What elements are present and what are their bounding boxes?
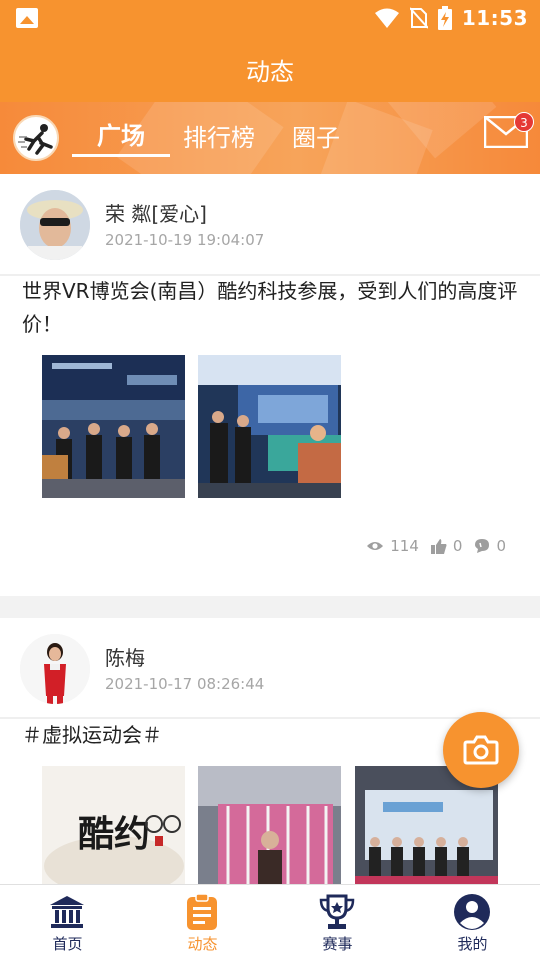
battery-charging-icon bbox=[437, 6, 452, 30]
gallery-notification-icon bbox=[16, 8, 38, 28]
post-time: 2021-10-19 19:04:07 bbox=[105, 231, 265, 249]
user-avatar[interactable] bbox=[13, 115, 59, 161]
message-count-badge: 3 bbox=[514, 112, 534, 132]
camera-icon bbox=[463, 735, 499, 765]
bank-icon bbox=[50, 896, 84, 928]
eye-icon bbox=[367, 542, 384, 550]
author-name[interactable]: 陈梅 bbox=[105, 642, 145, 671]
camera-post-button[interactable] bbox=[443, 712, 519, 788]
view-count: 114 bbox=[390, 537, 419, 555]
clock: 11:53 bbox=[461, 6, 528, 30]
nav-feed-label: 动态 bbox=[187, 935, 218, 953]
author-avatar[interactable] bbox=[20, 190, 90, 260]
tab-ranking[interactable]: 排行榜 bbox=[183, 118, 255, 153]
comment-count: 0 bbox=[496, 537, 506, 555]
author-avatar[interactable] bbox=[20, 634, 90, 704]
page-title: 动态 bbox=[246, 57, 294, 86]
no-sim-icon bbox=[409, 7, 428, 29]
nav-home-label: 首页 bbox=[52, 935, 83, 953]
nav-me-label: 我的 bbox=[457, 935, 488, 953]
like-icon[interactable] bbox=[430, 538, 447, 554]
like-count: 0 bbox=[452, 537, 463, 555]
user-icon bbox=[454, 894, 490, 930]
bottom-navigation: 首页 动态 赛事 我的 bbox=[0, 884, 540, 960]
post-stats: 114 0 0 bbox=[366, 537, 506, 555]
post-image[interactable]: 酷约 bbox=[42, 766, 185, 888]
active-tab-indicator bbox=[72, 154, 170, 157]
nav-home[interactable]: 首页 bbox=[0, 885, 135, 960]
nav-events[interactable]: 赛事 bbox=[270, 885, 405, 960]
trophy-icon bbox=[319, 894, 355, 929]
post-image[interactable] bbox=[198, 355, 341, 498]
post-card[interactable]: 荣 粼[爱心] 2021-10-19 19:04:07 世界VR博览会(南昌）酷… bbox=[0, 174, 540, 596]
app-bar: 动态 bbox=[0, 36, 540, 102]
tab-band bbox=[0, 102, 540, 174]
comment-icon[interactable] bbox=[474, 538, 490, 554]
tab-circles[interactable]: 圈子 bbox=[292, 118, 340, 153]
tab-plaza[interactable]: 广场 bbox=[97, 116, 145, 151]
post-time: 2021-10-17 08:26:44 bbox=[105, 675, 265, 693]
post-text: 世界VR博览会(南昌）酷约科技参展，受到人们的高度评价！ bbox=[22, 279, 518, 336]
author-name[interactable]: 荣 粼[爱心] bbox=[105, 198, 207, 227]
wifi-icon bbox=[374, 8, 399, 28]
post-image[interactable] bbox=[198, 766, 341, 888]
post-image[interactable] bbox=[42, 355, 185, 498]
nav-me[interactable]: 我的 bbox=[405, 885, 540, 960]
nav-feed[interactable]: 动态 bbox=[135, 885, 270, 960]
status-bar: 11:53 bbox=[0, 0, 540, 36]
svg-text:酷约: 酷约 bbox=[78, 813, 150, 855]
nav-events-label: 赛事 bbox=[322, 935, 353, 953]
clipboard-icon bbox=[187, 893, 217, 930]
